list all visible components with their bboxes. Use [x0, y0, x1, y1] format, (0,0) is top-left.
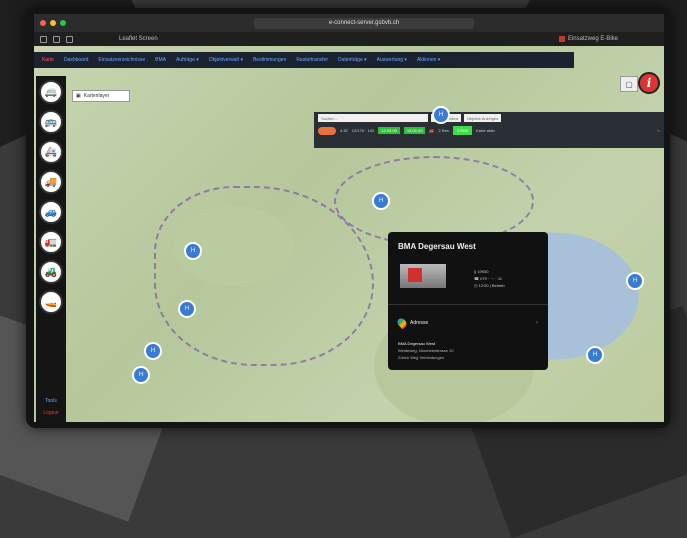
meta-line: ◷ 12:00 | Betrieb	[474, 283, 505, 288]
object-popup: BMA Degersau West § 19930 ☎ 079 · ··· · …	[388, 232, 548, 370]
vehicle-icon[interactable]: 🚐	[39, 80, 63, 104]
maximize-window-button[interactable]	[60, 20, 66, 26]
show-objects-label: Objekte Anzeigen	[467, 115, 499, 121]
google-maps-icon	[395, 316, 409, 330]
nav-item[interactable]: Datenträge ▾	[334, 57, 371, 63]
building-image	[400, 264, 446, 288]
bookmark-icon[interactable]	[66, 35, 73, 43]
meta-line: § 19930	[474, 269, 489, 274]
browser-tabs: Leaflet Screen Einsatzweg E-Bike	[34, 32, 664, 46]
marker-label: H	[592, 352, 598, 358]
tab-label: Einsatzweg E-Bike	[567, 36, 618, 42]
hydrant-marker[interactable]: H	[626, 272, 644, 290]
filter-value: 2 Res	[438, 128, 449, 133]
show-objects-button[interactable]: Objekte Anzeigen	[464, 114, 502, 122]
address-label: Adresse	[410, 320, 429, 326]
address-line: BMA Degersau West	[398, 341, 436, 346]
marker-label: H	[138, 372, 144, 378]
address-link[interactable]: Adresse	[395, 316, 429, 330]
nav-item[interactable]: Bestimmungen	[249, 57, 290, 63]
hydrant-marker[interactable]: H	[144, 342, 162, 360]
meta-line: ☎ 079 · ··· · 11	[474, 276, 503, 281]
nav-item[interactable]: Objektverwalt ▾	[205, 57, 247, 63]
browser-tab[interactable]: Leaflet Screen	[79, 34, 198, 44]
tools-link[interactable]: Tools	[45, 398, 57, 404]
fullscreen-icon: ▢	[625, 79, 633, 89]
nav-item[interactable]: Dashboard	[60, 57, 92, 63]
tanker-icon[interactable]: 🚛	[39, 230, 63, 254]
filter-value: 4.32	[340, 128, 348, 133]
hydrant-marker[interactable]: H	[586, 346, 604, 364]
pulse-icon: ∿	[656, 128, 660, 133]
map-canvas[interactable]	[34, 46, 664, 422]
home-icon[interactable]	[40, 35, 47, 43]
nav-item[interactable]: BMA	[151, 57, 170, 63]
nav-item[interactable]: Karte	[38, 57, 58, 63]
filter-value: Karte aktiv	[475, 128, 495, 133]
crane-icon[interactable]: 🚜	[39, 260, 63, 284]
car-icon[interactable]: 🚙	[39, 200, 63, 224]
hydrant-marker[interactable]: H	[372, 192, 390, 210]
minimize-window-button[interactable]	[50, 20, 56, 26]
layers-icon: ▣	[76, 93, 81, 99]
filter-value: 12/179 · 100	[351, 128, 375, 133]
url-text: e-connect-server.gsbvb.ch	[328, 20, 400, 26]
marker-label: H	[378, 198, 384, 204]
hydrant-marker[interactable]: H	[178, 300, 196, 318]
address-bar[interactable]: e-connect-server.gsbvb.ch	[254, 17, 474, 29]
address-line: Weideweg, Nordnetzstrasse 10	[398, 348, 454, 353]
time-badge: 12.03.00	[378, 127, 400, 134]
popup-meta: § 19930 ☎ 079 · ··· · 11 ◷ 12:00 | Betri…	[474, 268, 505, 289]
truck-icon[interactable]: 🚚	[39, 170, 63, 194]
info-icon[interactable]: i	[638, 72, 660, 94]
screen: e-connect-server.gsbvb.ch Leaflet Screen…	[34, 14, 664, 422]
vehicle-icon: 🚒	[429, 128, 435, 133]
popup-title: BMA Degersau West	[398, 242, 476, 251]
filter-panel: Suchen... Zurücksetzen Objekte Anzeigen …	[314, 112, 664, 148]
layer-button-label: Kartenlayer	[83, 93, 110, 99]
logout-link[interactable]: Logout	[43, 410, 58, 416]
vehicle-icon[interactable]: 🚌	[39, 110, 63, 134]
address-lines: BMA Degersau West Weideweg, Nordnetzstra…	[398, 340, 454, 361]
marker-label: H	[190, 248, 196, 254]
status-badge: 17500	[452, 126, 472, 135]
nav-item[interactable]: Rastertransfer	[292, 57, 332, 63]
marker-label: H	[438, 112, 444, 118]
divider	[388, 304, 548, 305]
hydrant-marker[interactable]: H	[132, 366, 150, 384]
hydrant-marker[interactable]: H	[432, 106, 450, 124]
search-input[interactable]: Suchen...	[318, 114, 428, 122]
tab-label: Leaflet Screen	[119, 36, 158, 42]
site-icon	[558, 36, 565, 42]
tabs-icon[interactable]	[53, 35, 60, 43]
address-line: Zürich Weg Verbindungen	[398, 355, 445, 360]
marker-label: H	[632, 278, 638, 284]
browser-tab[interactable]: Einsatzweg E-Bike	[519, 34, 658, 44]
marker-label: H	[150, 348, 156, 354]
vehicle-sidebar: 🚐 🚌 🚑 🚚 🚙 🚛 🚜 🚤 Tools Logout	[36, 76, 66, 422]
main-navbar: Karte Dashboard Einsatzverzeichnisse BMA…	[34, 52, 574, 68]
nav-item[interactable]: Einsatzverzeichnisse	[94, 57, 149, 63]
nav-item[interactable]: Aufträge ▾	[172, 57, 203, 63]
marker-label: H	[184, 306, 190, 312]
close-window-button[interactable]	[40, 20, 46, 26]
nav-item[interactable]: Auswertung ▾	[373, 57, 411, 63]
laptop-frame: e-connect-server.gsbvb.ch Leaflet Screen…	[26, 8, 670, 428]
browser-titlebar: e-connect-server.gsbvb.ch	[34, 14, 664, 32]
boat-icon[interactable]: 🚤	[39, 290, 63, 314]
ambulance-icon[interactable]: 🚑	[39, 140, 63, 164]
nav-item[interactable]: Aktionen ▾	[413, 57, 444, 63]
toggle-switch[interactable]	[318, 126, 336, 135]
time-badge: 15.00.00	[403, 127, 426, 134]
hydrant-marker[interactable]: H	[184, 242, 202, 260]
search-placeholder: Suchen...	[321, 115, 338, 121]
layer-button[interactable]: ▣ Kartenlayer	[72, 90, 130, 102]
map-app: Karte Dashboard Einsatzverzeichnisse BMA…	[34, 46, 664, 422]
fullscreen-button[interactable]: ▢	[620, 76, 638, 92]
chevron-right-icon[interactable]: ›	[536, 320, 538, 326]
